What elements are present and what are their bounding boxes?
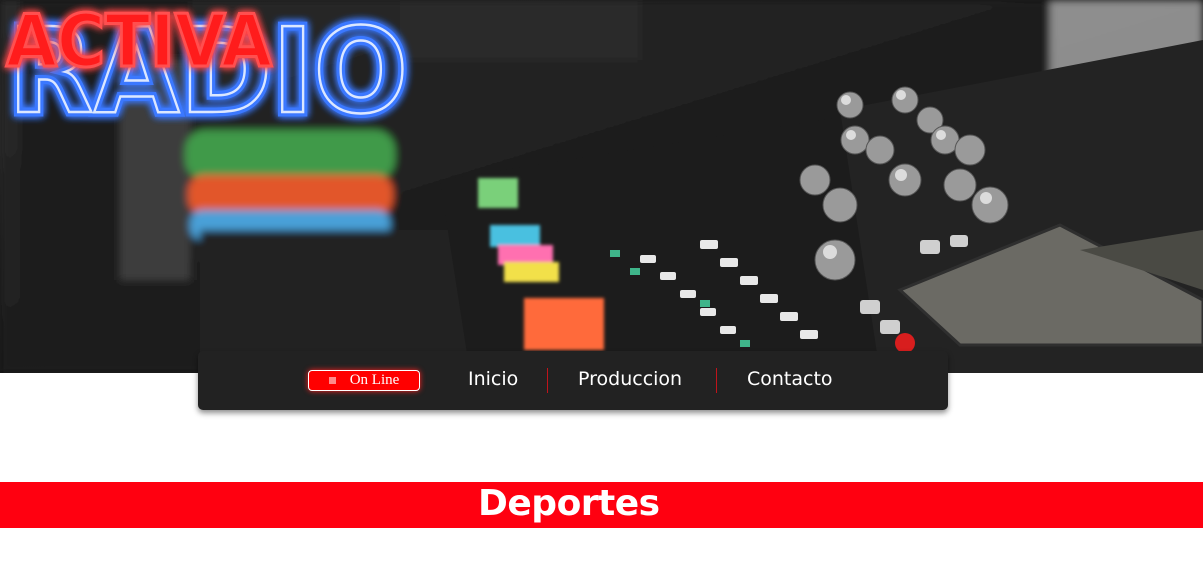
main-nav: On Line Inicio Produccion Contacto (198, 351, 948, 410)
section-title: Deportes (478, 483, 660, 524)
section-header-bar: Deportes (0, 482, 1203, 528)
hero-banner: RADIO RADIO ACTIVA (0, 0, 1203, 373)
live-indicator-icon (328, 377, 336, 384)
nav-separator (547, 368, 548, 393)
nav-link-inicio[interactable]: Inicio (468, 368, 518, 390)
nav-separator (716, 368, 717, 393)
nav-link-produccion[interactable]: Produccion (578, 368, 682, 390)
online-badge[interactable]: On Line (308, 370, 420, 391)
activa-logo: ACTIVA (5, 0, 274, 80)
nav-link-contacto[interactable]: Contacto (747, 368, 833, 390)
online-label: On Line (349, 372, 400, 388)
svg-text:ACTIVA: ACTIVA (6, 0, 272, 80)
